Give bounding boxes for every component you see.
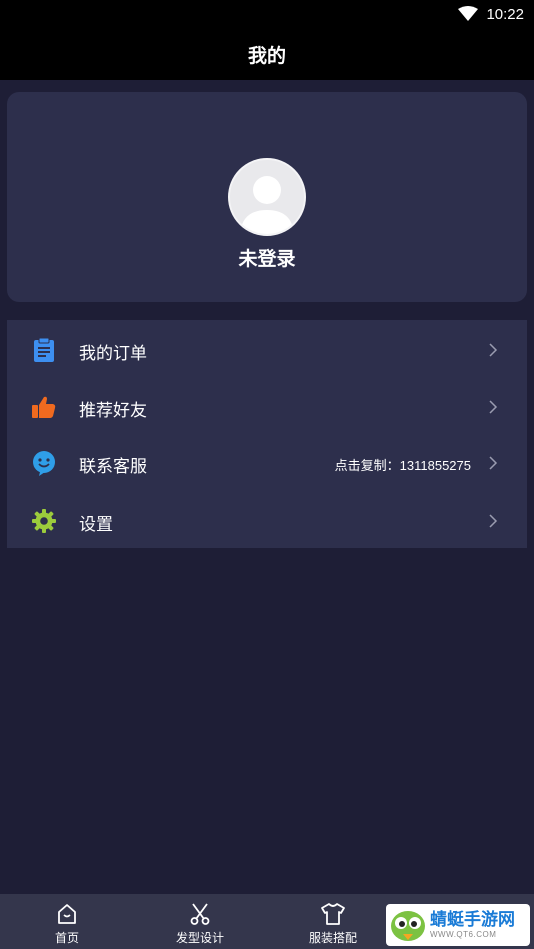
default-avatar-icon xyxy=(240,176,294,234)
menu-item-orders[interactable]: 我的订单 xyxy=(7,321,527,378)
menu-list: 我的订单 推荐好友 联系客服 点击复制：1311855275 设置 xyxy=(7,320,527,548)
chevron-right-icon xyxy=(487,454,499,472)
menu-item-recommend[interactable]: 推荐好友 xyxy=(7,378,527,435)
menu-item-label: 联系客服 xyxy=(79,457,147,476)
watermark-brand: 蜻蜓手游网 xyxy=(430,910,515,929)
scissors-icon xyxy=(188,902,212,926)
status-bar: 10:22 xyxy=(0,0,534,28)
page-title: 我的 xyxy=(247,45,286,67)
chevron-right-icon xyxy=(487,398,499,416)
menu-item-settings[interactable]: 设置 xyxy=(7,492,527,549)
tab-label: 发型设计 xyxy=(175,931,224,945)
menu-item-label: 推荐好友 xyxy=(79,401,147,420)
tab-outfit-matching[interactable]: 服装搭配 xyxy=(278,894,388,949)
watermark-text: 蜻蜓手游网 WWW.QT6.COM xyxy=(430,910,515,940)
shirt-icon xyxy=(320,902,346,926)
thumbs-up-icon xyxy=(31,394,57,420)
profile-card[interactable]: 未登录 xyxy=(7,92,527,302)
menu-item-label: 设置 xyxy=(79,515,113,534)
watermark-badge: 蜻蜓手游网 WWW.QT6.COM xyxy=(386,904,530,946)
dragonfly-logo-icon xyxy=(386,904,430,946)
avatar[interactable] xyxy=(228,158,306,236)
login-status[interactable]: 未登录 xyxy=(7,244,527,271)
tab-home[interactable]: 首页 xyxy=(12,894,122,949)
menu-item-label: 我的订单 xyxy=(79,344,147,363)
tab-label: 服装搭配 xyxy=(308,931,357,945)
tab-hair-design[interactable]: 发型设计 xyxy=(145,894,255,949)
copy-contact-text[interactable]: 点击复制：1311855275 xyxy=(335,455,471,474)
status-time: 10:22 xyxy=(486,5,524,23)
chevron-right-icon xyxy=(487,512,499,530)
customer-service-icon xyxy=(31,450,57,476)
home-icon xyxy=(55,902,79,926)
title-bar: 我的 xyxy=(0,28,534,80)
watermark-url: WWW.QT6.COM xyxy=(430,930,497,939)
tab-label: 首页 xyxy=(54,931,79,945)
settings-icon xyxy=(31,508,57,534)
wifi-icon xyxy=(458,6,479,22)
menu-item-customer-service[interactable]: 联系客服 点击复制：1311855275 xyxy=(7,434,527,491)
order-icon xyxy=(31,337,57,363)
chevron-right-icon xyxy=(487,341,499,359)
